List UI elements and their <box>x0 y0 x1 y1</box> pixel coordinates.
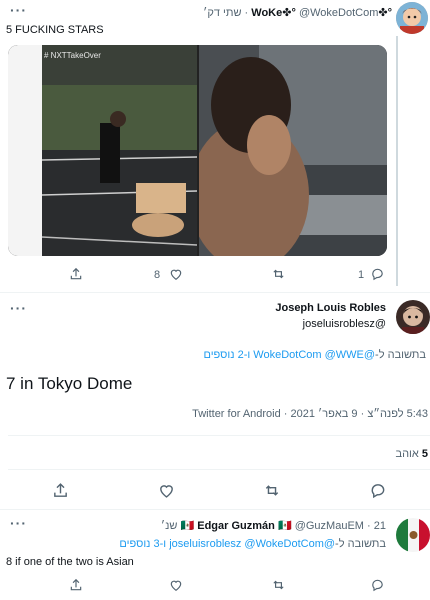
retweet-icon[interactable] <box>271 578 286 592</box>
retweet-icon[interactable] <box>263 482 281 499</box>
reply-header: 🇲🇽 Edgar Guzmán 🇲🇽 @GuzMauEM · 21 שנ׳ <box>161 519 386 532</box>
tweet-time[interactable]: שתי דק׳ <box>203 7 241 19</box>
reply-more[interactable]: ו-2 נוספים <box>203 349 250 361</box>
likes-number: 5 <box>421 448 428 460</box>
reply-count: 1 <box>358 269 365 281</box>
reply-prefix: בתשובה ל- <box>335 538 386 550</box>
media-image-left[interactable]: # NXTTakeOver <box>8 45 198 256</box>
flag-icon: 🇲🇽 <box>180 520 195 532</box>
more-options-icon[interactable]: ··· <box>10 2 27 18</box>
author-handle[interactable]: @joseluisroblesz <box>303 318 386 330</box>
divider <box>8 435 430 436</box>
reply-icon[interactable] <box>370 267 385 281</box>
tweet1-header: °✤WoKe✤° @WokeDotCom · שתי דק׳ <box>203 6 392 19</box>
likes-label: אוהב <box>395 448 419 460</box>
like-count: 8 <box>154 269 161 281</box>
share-icon[interactable] <box>69 578 83 592</box>
reply-context: בתשובה ל-@WokeDotCom @WWE ו-2 נוספים <box>203 349 426 361</box>
avatar[interactable] <box>396 518 430 552</box>
tweet-text: 8 if one of the two is Asian <box>6 556 134 568</box>
divider <box>8 469 430 470</box>
share-icon[interactable] <box>69 267 83 281</box>
reply-prefix: בתשובה ל- <box>375 349 426 361</box>
tweet-timestamp[interactable]: 5:43 לפנה״צ · 9 באפר׳ 2021 · <box>281 408 428 420</box>
author-name[interactable]: Edgar Guzmán <box>197 520 275 532</box>
like-icon[interactable] <box>169 578 183 592</box>
media-overlay-text: # NXTTakeOver <box>44 51 101 60</box>
separator: · <box>367 520 371 532</box>
reply-more[interactable]: ו-3 נוספים <box>119 538 166 550</box>
more-options-icon[interactable]: ··· <box>10 515 27 531</box>
author-handle[interactable]: @WokeDotCom <box>299 7 378 19</box>
reply-icon[interactable] <box>369 482 387 499</box>
media-grid[interactable]: # NXTTakeOver <box>8 45 387 256</box>
likes-stat[interactable]: 5 אוהב <box>395 448 428 460</box>
retweet-icon[interactable] <box>271 267 286 281</box>
tweet-text: 5 FUCKING STARS <box>6 24 104 36</box>
reply-context: בתשובה ל-@joseluisroblesz @WokeDotCom ו-… <box>119 538 386 550</box>
flag-icon: 🇲🇽 <box>277 520 292 532</box>
avatar[interactable] <box>396 300 430 334</box>
like-icon[interactable] <box>169 267 183 281</box>
tweet-source[interactable]: Twitter for Android <box>192 408 281 420</box>
divider <box>0 509 430 510</box>
media-image-right[interactable] <box>189 45 387 256</box>
tweet-meta: 5:43 לפנה״צ · 9 באפר׳ 2021 · Twitter for… <box>192 408 428 420</box>
share-icon[interactable] <box>52 482 69 499</box>
separator: · <box>244 7 249 19</box>
avatar[interactable] <box>396 2 428 34</box>
reply-handles[interactable]: @WokeDotCom @WWE <box>253 349 375 361</box>
more-options-icon[interactable]: ··· <box>10 300 27 316</box>
tweet-text: 7 in Tokyo Dome <box>6 374 133 393</box>
thread-line <box>396 36 398 286</box>
reply-handles[interactable]: @joseluisroblesz @WokeDotCom <box>169 538 335 550</box>
like-icon[interactable] <box>158 482 175 499</box>
reply-icon[interactable] <box>370 578 385 592</box>
divider <box>0 292 430 293</box>
author-name[interactable]: Joseph Louis Robles <box>275 302 386 314</box>
author-handle[interactable]: @GuzMauEM <box>295 520 364 532</box>
